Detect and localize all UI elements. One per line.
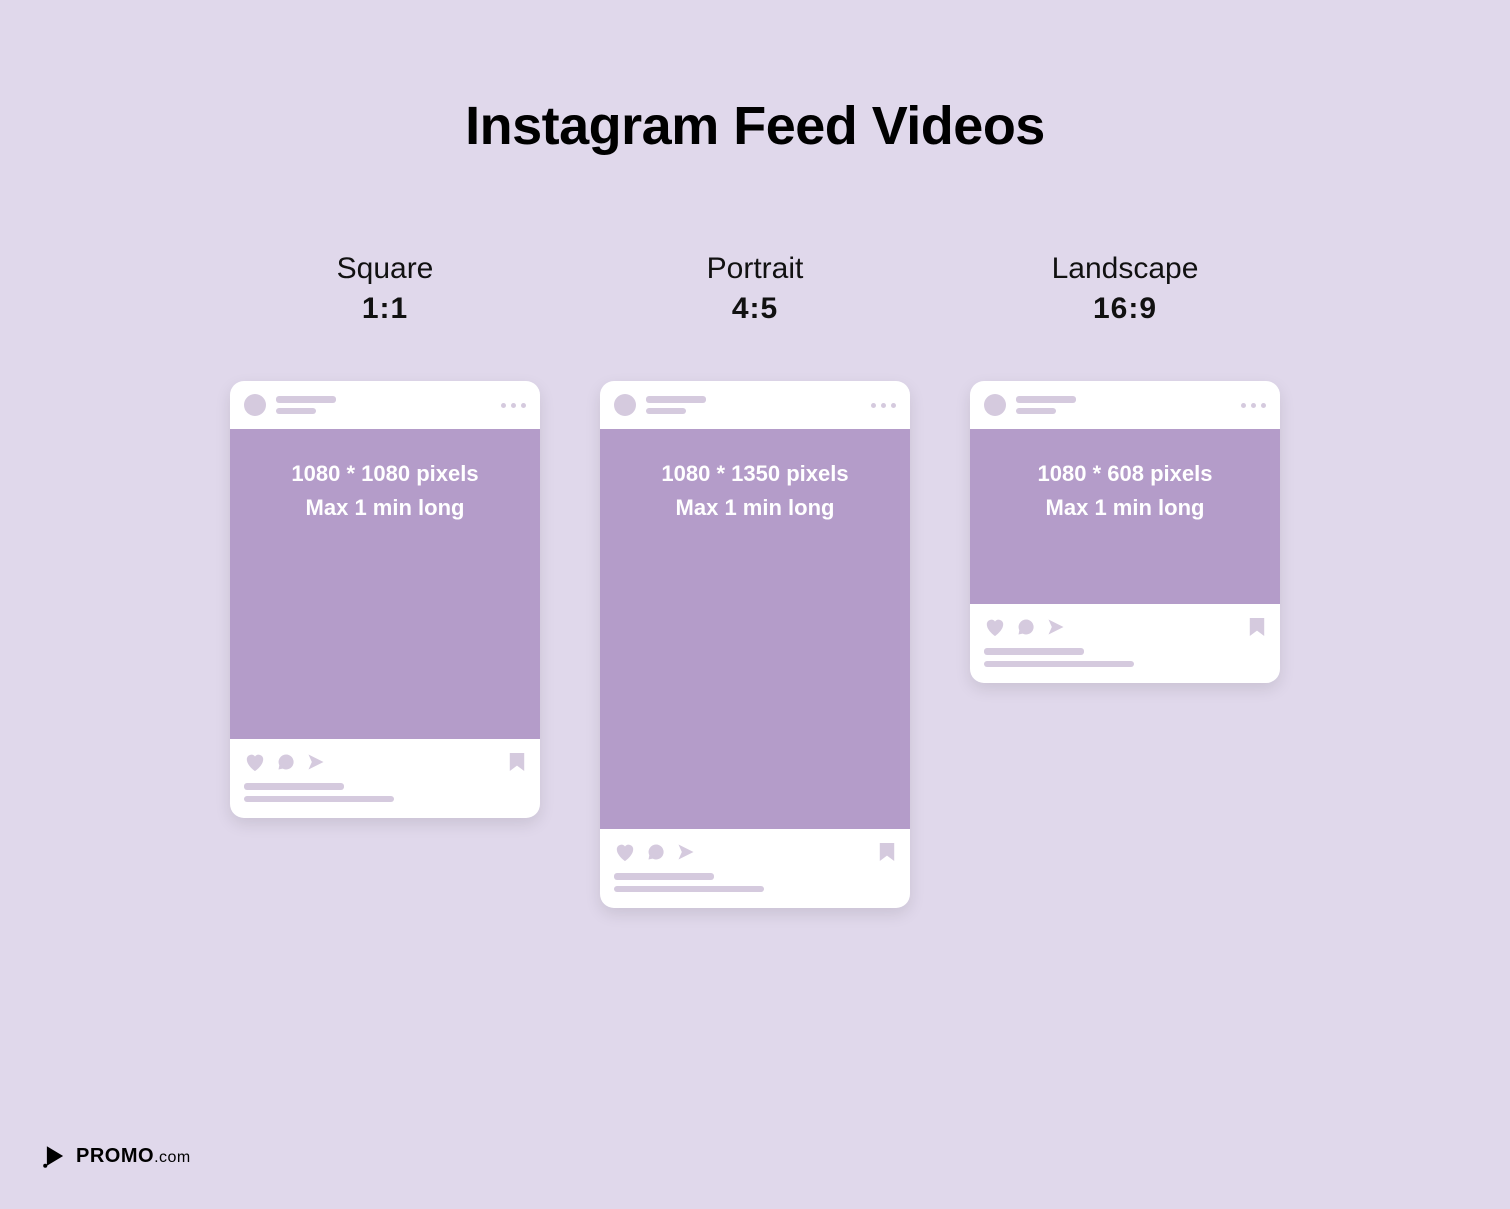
formats-row: Square 1:1 1080 * 1080 pixels Max 1 min … [0,252,1510,908]
avatar-icon [984,394,1006,416]
header-text-placeholder [1016,396,1076,414]
heart-icon [984,617,1006,637]
footer-text-placeholder [244,783,526,802]
duration-text: Max 1 min long [1046,491,1205,525]
post-header [600,381,910,429]
post-footer [230,739,540,818]
brand-text: PROMO.com [76,1145,191,1168]
post-media: 1080 * 1350 pixels Max 1 min long [600,429,910,829]
header-text-placeholder [646,396,706,414]
bookmark-icon [1248,616,1266,638]
brand-suffix: .com [154,1149,191,1166]
bookmark-icon [878,841,896,863]
format-ratio: 1:1 [362,292,408,326]
footer-text-placeholder [984,648,1266,667]
send-icon [306,752,326,772]
brand-logo: PROMO.com [42,1143,191,1169]
post-card-landscape: 1080 * 608 pixels Max 1 min long [970,381,1280,683]
more-icon [1241,403,1266,408]
format-portrait: Portrait 4:5 1080 * 1350 pixels Max 1 mi… [600,252,910,908]
post-card-portrait: 1080 * 1350 pixels Max 1 min long [600,381,910,908]
post-header [970,381,1280,429]
format-name: Portrait [707,252,804,286]
resolution-text: 1080 * 608 pixels [1038,457,1213,491]
brand-name: PROMO [76,1145,154,1167]
format-name: Landscape [1052,252,1199,286]
more-icon [501,403,526,408]
post-footer [970,604,1280,683]
post-media: 1080 * 608 pixels Max 1 min long [970,429,1280,604]
format-name: Square [337,252,434,286]
comment-icon [646,842,666,862]
duration-text: Max 1 min long [676,491,835,525]
page-title: Instagram Feed Videos [0,0,1510,157]
post-header [230,381,540,429]
send-icon [1046,617,1066,637]
heart-icon [244,752,266,772]
format-landscape: Landscape 16:9 1080 * 608 pixels Max 1 m… [970,252,1280,683]
resolution-text: 1080 * 1080 pixels [291,457,478,491]
format-ratio: 4:5 [732,292,778,326]
comment-icon [1016,617,1036,637]
post-footer [600,829,910,908]
bookmark-icon [508,751,526,773]
avatar-icon [244,394,266,416]
format-square: Square 1:1 1080 * 1080 pixels Max 1 min … [230,252,540,818]
more-icon [871,403,896,408]
header-text-placeholder [276,396,336,414]
footer-text-placeholder [614,873,896,892]
heart-icon [614,842,636,862]
resolution-text: 1080 * 1350 pixels [661,457,848,491]
post-card-square: 1080 * 1080 pixels Max 1 min long [230,381,540,818]
send-icon [676,842,696,862]
comment-icon [276,752,296,772]
duration-text: Max 1 min long [306,491,465,525]
avatar-icon [614,394,636,416]
format-ratio: 16:9 [1093,292,1157,326]
post-media: 1080 * 1080 pixels Max 1 min long [230,429,540,739]
promo-play-icon [42,1143,68,1169]
